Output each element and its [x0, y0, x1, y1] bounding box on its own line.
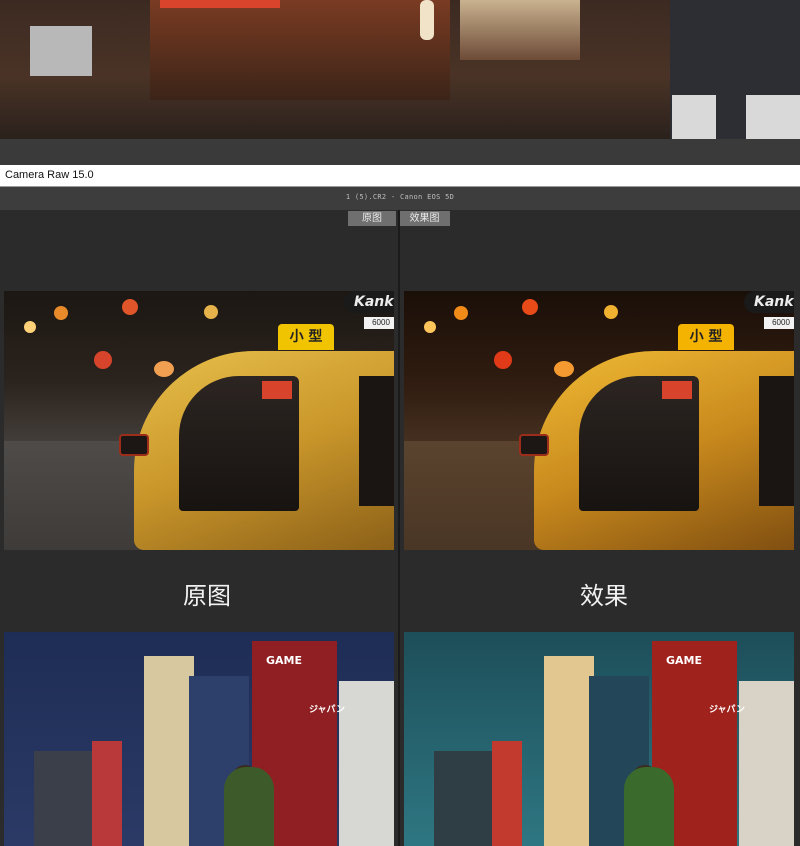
taxi-meter-light	[262, 381, 292, 399]
building	[34, 751, 94, 846]
shopfront	[150, 0, 450, 100]
window-title: Camera Raw 15.0	[5, 169, 94, 181]
crosswalk-stripe	[672, 95, 716, 139]
building	[434, 751, 494, 846]
taxi-roof-sign: 小 型	[678, 324, 734, 350]
shop-banner	[460, 0, 580, 60]
city-photo-original: GAME ジャパン	[4, 632, 394, 846]
bokeh-light	[154, 361, 174, 377]
shop-sign: ジャパン	[709, 705, 746, 715]
bokeh-light	[54, 306, 68, 320]
side-mirror	[519, 434, 549, 456]
crosswalk-stripe	[746, 95, 800, 139]
top-photo-street	[0, 0, 800, 139]
city-photo-graded: GAME ジャパン	[404, 632, 794, 846]
shop-sign	[160, 0, 280, 8]
bokeh-light	[494, 351, 512, 369]
building	[92, 741, 122, 846]
taxi-roof-sign: 小 型	[278, 324, 334, 350]
taxi-meter-light	[662, 381, 692, 399]
game-sign: GAME	[666, 654, 703, 667]
bokeh-light	[522, 299, 538, 315]
taxi-window	[759, 376, 794, 506]
bokeh-light	[424, 321, 436, 333]
bokeh-light	[554, 361, 574, 377]
filename-bar: 1 (5).CR2 - Canon EOS 5D	[0, 187, 800, 210]
split-divider[interactable]	[398, 210, 400, 846]
building	[144, 656, 194, 846]
building	[339, 681, 394, 846]
caption-original: 原图	[183, 582, 231, 610]
building	[544, 656, 594, 846]
window-titlebar: Camera Raw 15.0	[0, 165, 800, 187]
bokeh-light	[24, 321, 36, 333]
person	[624, 767, 674, 846]
bokeh-light	[604, 305, 618, 319]
taxi-plate: 6000	[764, 317, 794, 329]
taxi-brand-sign: Kank	[744, 291, 794, 313]
game-sign: GAME	[266, 654, 303, 667]
person	[224, 767, 274, 846]
building	[492, 741, 522, 846]
filename-label: 1 (5).CR2 - Canon EOS 5D	[345, 193, 455, 201]
gap-strip	[0, 139, 800, 165]
bokeh-light	[204, 305, 218, 319]
caption-effect: 效果	[580, 582, 628, 610]
tab-original[interactable]: 原图	[348, 211, 396, 226]
bokeh-light	[122, 299, 138, 315]
bokeh-light	[454, 306, 468, 320]
air-conditioner	[30, 26, 92, 76]
taxi-plate: 6000	[364, 317, 394, 329]
taxi-photo-graded: 小 型 Kank 6000	[404, 291, 794, 550]
shop-sign: ジャパン	[309, 705, 346, 715]
side-mirror	[119, 434, 149, 456]
bokeh-light	[94, 351, 112, 369]
taxi-brand-sign: Kank	[344, 291, 394, 313]
paper-lantern	[420, 0, 434, 40]
taxi-window	[359, 376, 394, 506]
taxi-photo-original: 小 型 Kank 6000	[4, 291, 394, 550]
tab-effect[interactable]: 效果图	[399, 211, 450, 226]
building	[739, 681, 794, 846]
